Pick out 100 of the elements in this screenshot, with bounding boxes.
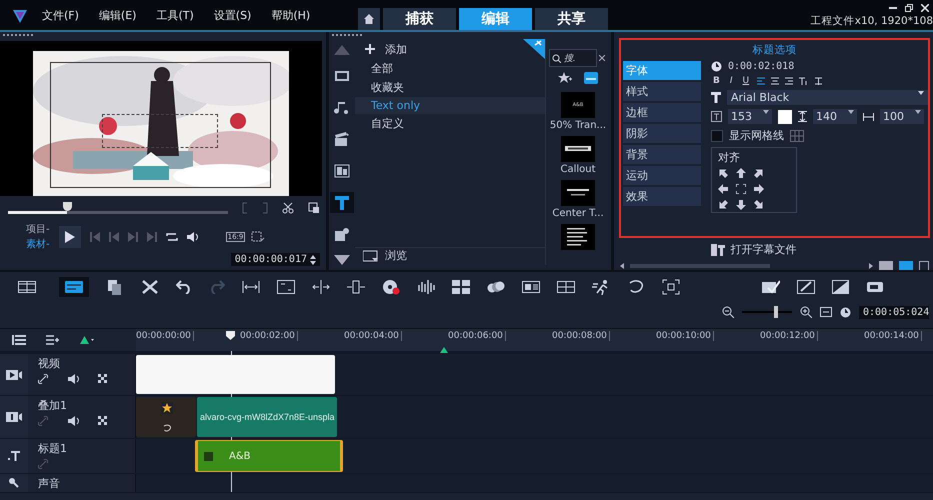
speaker-icon[interactable]	[186, 232, 199, 242]
option-tab[interactable]: 样式	[623, 82, 701, 101]
transition-icon[interactable]	[334, 164, 350, 178]
center-align-icon[interactable]	[736, 184, 746, 194]
export-frame-icon[interactable]	[308, 202, 320, 214]
split-arrows-icon[interactable]	[312, 279, 330, 295]
overlay-track-icon[interactable]	[6, 412, 22, 422]
undo-icon[interactable]	[176, 280, 192, 294]
lasso-icon[interactable]	[627, 279, 645, 295]
close-icon[interactable]	[921, 4, 929, 12]
scrub-handle[interactable]	[63, 202, 72, 210]
zoom-out-icon[interactable]	[722, 306, 734, 318]
timecode-field[interactable]: 00:00:00:017	[230, 253, 320, 266]
motion-track-icon[interactable]	[662, 279, 680, 295]
photo-clip[interactable]	[136, 397, 196, 437]
edit-icon[interactable]	[919, 261, 929, 270]
trim-icon[interactable]	[347, 279, 365, 295]
playhead-icon[interactable]	[226, 331, 235, 340]
title-clip[interactable]: A&B	[195, 440, 343, 472]
color-swatch[interactable]	[778, 110, 792, 124]
gif-badge-icon[interactable]	[867, 279, 885, 295]
title-track-icon[interactable]	[8, 451, 20, 461]
category-item[interactable]: 收藏夹	[355, 78, 545, 97]
category-item[interactable]: 自定义	[355, 114, 545, 133]
color-grade-icon[interactable]	[832, 279, 850, 295]
checker-icon[interactable]	[98, 416, 108, 426]
menu-item[interactable]: 工具(T)	[156, 8, 194, 22]
mode-tab[interactable]: 捕获	[383, 8, 456, 30]
add-button[interactable]: 添加	[355, 39, 411, 59]
tracking-field[interactable]: 100	[880, 109, 924, 124]
minimize-icon[interactable]	[889, 4, 897, 12]
zoom-slider[interactable]	[742, 306, 792, 318]
grid-icon[interactable]	[790, 130, 804, 142]
menu-item[interactable]: 编辑(E)	[98, 8, 136, 22]
option-tab[interactable]: 效果	[623, 187, 701, 206]
video-track-icon[interactable]	[6, 370, 22, 380]
scrub-bar[interactable]	[8, 202, 228, 214]
zoom-in-icon[interactable]	[800, 306, 812, 318]
tools-icon[interactable]	[141, 279, 159, 295]
browse-button[interactable]: 浏览	[355, 247, 545, 265]
restore-icon[interactable]	[905, 4, 913, 12]
menu-item[interactable]: 设置(S)	[214, 8, 252, 22]
library-category-button[interactable]	[330, 192, 354, 214]
play-button[interactable]	[58, 226, 81, 248]
scroll-left-icon[interactable]	[620, 263, 624, 269]
title-box-icon[interactable]	[522, 279, 540, 295]
copy-icon[interactable]	[106, 279, 124, 295]
scissors-icon[interactable]	[282, 202, 294, 214]
track-manager-icon[interactable]	[12, 335, 26, 345]
font-size-field[interactable]: 153	[728, 109, 772, 124]
menu-item[interactable]: 文件(F)	[42, 8, 79, 22]
film-reel-icon[interactable]	[382, 279, 400, 295]
open-subtitle-button[interactable]: 打开字幕文件	[614, 238, 893, 257]
format-button[interactable]: U	[740, 76, 752, 86]
image-edit-icon[interactable]	[797, 279, 815, 295]
star-plus-icon[interactable]	[558, 72, 572, 84]
option-tab[interactable]: 运动	[623, 166, 701, 185]
resize-icon[interactable]	[251, 230, 266, 242]
speaker-icon[interactable]	[68, 374, 80, 384]
fit-width-icon[interactable]	[242, 279, 260, 295]
film-icon[interactable]	[334, 68, 350, 83]
go-start-icon[interactable]	[90, 232, 100, 242]
scroll-right-icon[interactable]	[869, 263, 873, 269]
align-right-icon[interactable]	[785, 77, 794, 85]
audio-wave-icon[interactable]	[417, 279, 435, 295]
mask-check-icon[interactable]	[762, 279, 780, 295]
running-figure-icon[interactable]	[592, 279, 610, 295]
vertical-text-icon[interactable]	[814, 77, 824, 85]
category-item[interactable]: Text only	[355, 97, 545, 114]
clear-x-icon[interactable]	[599, 55, 605, 61]
text-direction-icon[interactable]	[799, 77, 808, 85]
title-thumbnail[interactable]	[560, 136, 595, 162]
timeline-view-button[interactable]	[59, 277, 89, 297]
grid-checkbox[interactable]	[711, 130, 723, 142]
align-left-icon[interactable]	[757, 77, 766, 85]
mode-tab[interactable]: 共享	[535, 8, 608, 30]
overlap-circles-icon[interactable]	[487, 279, 505, 295]
category-item[interactable]: 全部	[355, 59, 545, 78]
duration-field[interactable]: 0:00:02:018	[728, 61, 794, 72]
marker-icon[interactable]	[80, 336, 94, 344]
selection-box[interactable]	[102, 114, 218, 148]
zoom-slider-thumb[interactable]	[774, 306, 778, 318]
add-track-icon[interactable]	[46, 335, 60, 345]
pin-icon[interactable]	[523, 39, 545, 59]
format-button[interactable]: I	[728, 76, 735, 86]
puzzle-icon[interactable]	[334, 226, 350, 242]
split-screen-icon[interactable]	[557, 279, 575, 295]
list-view-icon[interactable]	[584, 72, 598, 84]
align-center-icon[interactable]	[771, 77, 780, 85]
clapper-icon[interactable]	[334, 131, 350, 148]
font-dropdown[interactable]: Arial Black	[727, 90, 928, 105]
preview-mode[interactable]: 项目-	[26, 222, 50, 236]
title-t-icon[interactable]	[334, 194, 350, 211]
title-thumbnail[interactable]	[560, 224, 595, 250]
line-spacing-field[interactable]: 140	[813, 109, 857, 124]
media-clip[interactable]: alvaro-cvg-mW8lZdX7n8E-unspla	[197, 397, 337, 437]
multi-camera-icon[interactable]	[452, 279, 470, 295]
speaker-icon[interactable]	[68, 416, 80, 426]
crop-frame-icon[interactable]	[277, 279, 295, 295]
music-note-icon[interactable]	[334, 100, 350, 116]
